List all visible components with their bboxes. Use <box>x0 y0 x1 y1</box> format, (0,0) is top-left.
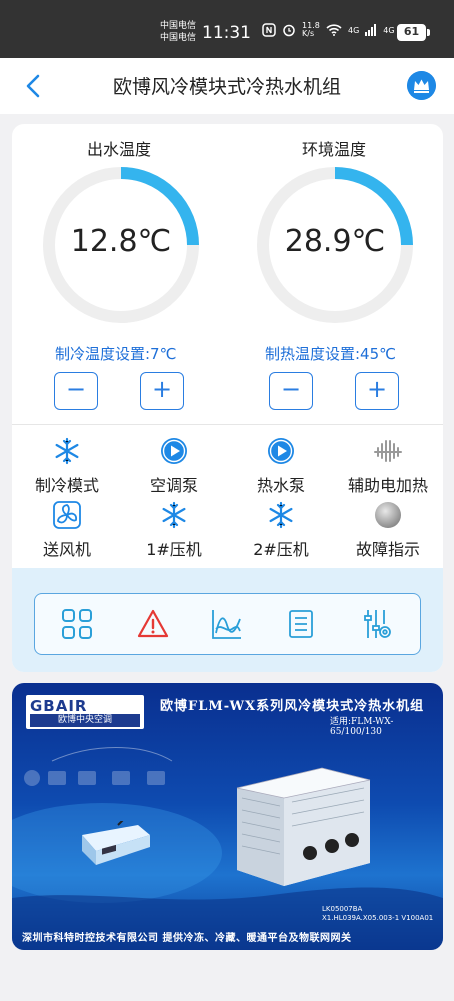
control-card: 出水温度 12.8℃ 环境温度 28.9℃ 制冷温度设置:7℃ 制热温度设置:4… <box>12 124 443 672</box>
heating-increase-button[interactable]: + <box>355 372 399 410</box>
status-fan: 送风机 <box>12 500 122 560</box>
status-compressor-2: 2#压机 <box>226 500 336 560</box>
crown-icon[interactable] <box>407 71 436 100</box>
wifi-icon <box>326 24 342 36</box>
grid-icon[interactable] <box>60 607 94 641</box>
chart-icon[interactable] <box>210 607 244 641</box>
banner-subtitle: 适用:FLM-WX-65/100/130 <box>330 717 394 737</box>
status-label: 制冷模式 <box>34 476 99 495</box>
nfc-icon <box>262 23 276 37</box>
play-circle-icon <box>161 438 187 464</box>
heating-setpoint-label: 制热温度设置:45℃ <box>265 345 396 363</box>
status-aux-heater: 辅助电加热 <box>333 436 443 496</box>
divider <box>12 424 443 425</box>
indicator-light-icon <box>375 502 401 528</box>
status-label: 辅助电加热 <box>347 476 428 495</box>
play-circle-icon <box>268 438 294 464</box>
alarm-icon <box>283 24 295 37</box>
signal-2-label: 4G <box>383 25 395 35</box>
outlet-temp-label: 出水温度 <box>87 140 152 159</box>
logo-text: GBAIR <box>30 697 88 715</box>
model-line-2: X1.HL039A.X05.003-1 V100A01 <box>322 914 434 922</box>
list-icon[interactable] <box>284 607 318 641</box>
signal-1-icon <box>365 24 377 36</box>
page-title: 欧博风冷模块式冷热水机组 <box>112 76 341 98</box>
heating-decrease-button[interactable]: − <box>269 372 313 410</box>
gateway-device-image <box>82 821 150 865</box>
snowflake-icon <box>162 501 186 529</box>
clock: 11:31 <box>202 23 251 43</box>
model-info: LK05007BA X1.HL039A.X05.003-1 V100A01 <box>322 905 433 923</box>
status-cooling-mode: 制冷模式 <box>12 436 122 496</box>
snowflake-icon <box>55 437 79 465</box>
ambient-temp-value: 28.9℃ <box>284 224 386 259</box>
status-label: 1#压机 <box>146 540 202 559</box>
banner-footer: 深圳市科特时控技术有限公司 提供冷冻、冷藏、暖通平台及物联网网关 <box>22 933 352 944</box>
status-label: 送风机 <box>42 540 91 559</box>
cooling-increase-button[interactable]: + <box>140 372 184 410</box>
model-line-1: LK05007BA <box>322 905 363 913</box>
fan-icon <box>53 501 81 529</box>
status-ac-pump: 空调泵 <box>119 436 229 496</box>
status-fault: 故障指示 <box>333 500 443 560</box>
app-header: 欧博风冷模块式冷热水机组 <box>0 58 454 114</box>
function-toolbar <box>34 593 421 655</box>
battery-indicator: 61 <box>397 24 430 41</box>
status-hot-water-pump: 热水泵 <box>226 436 336 496</box>
carrier-info: 中国电信 中国电信 <box>160 20 196 44</box>
ambient-temp-label: 环境温度 <box>302 140 367 159</box>
status-bar: 中国电信 中国电信 11:31 11.8 K/s 4G 4G 61 <box>0 0 454 58</box>
status-compressor-1: 1#压机 <box>119 500 229 560</box>
outlet-temp-value: 12.8℃ <box>70 224 172 259</box>
cooling-setpoint-label: 制冷温度设置:7℃ <box>55 345 177 363</box>
settings-sliders-icon[interactable] <box>360 607 394 641</box>
product-banner[interactable]: GBAIR 欧博中央空调 欧博FLM-WX系列风冷模块式冷热水机组 适用:FLM… <box>12 683 443 950</box>
banner-title: 欧博FLM-WX系列风冷模块式冷热水机组 <box>160 699 425 714</box>
heater-icon <box>374 440 402 462</box>
snowflake-icon <box>269 501 293 529</box>
carrier-1: 中国电信 <box>160 21 197 31</box>
warning-icon[interactable] <box>136 607 170 641</box>
gbair-logo: GBAIR 欧博中央空调 <box>26 695 144 729</box>
logo-subtext: 欧博中央空调 <box>30 714 140 727</box>
carrier-2: 中国电信 <box>160 33 197 43</box>
signal-1-label: 4G <box>348 25 360 35</box>
status-label: 空调泵 <box>149 476 198 495</box>
cooling-decrease-button[interactable]: − <box>54 372 98 410</box>
chiller-unit-image <box>236 767 371 886</box>
status-label: 热水泵 <box>256 476 305 495</box>
status-icons: 11.8 K/s 4G 4G <box>262 22 413 38</box>
net-speed: 11.8 K/s <box>302 21 320 38</box>
status-label: 2#压机 <box>253 540 309 559</box>
status-label: 故障指示 <box>355 540 420 559</box>
